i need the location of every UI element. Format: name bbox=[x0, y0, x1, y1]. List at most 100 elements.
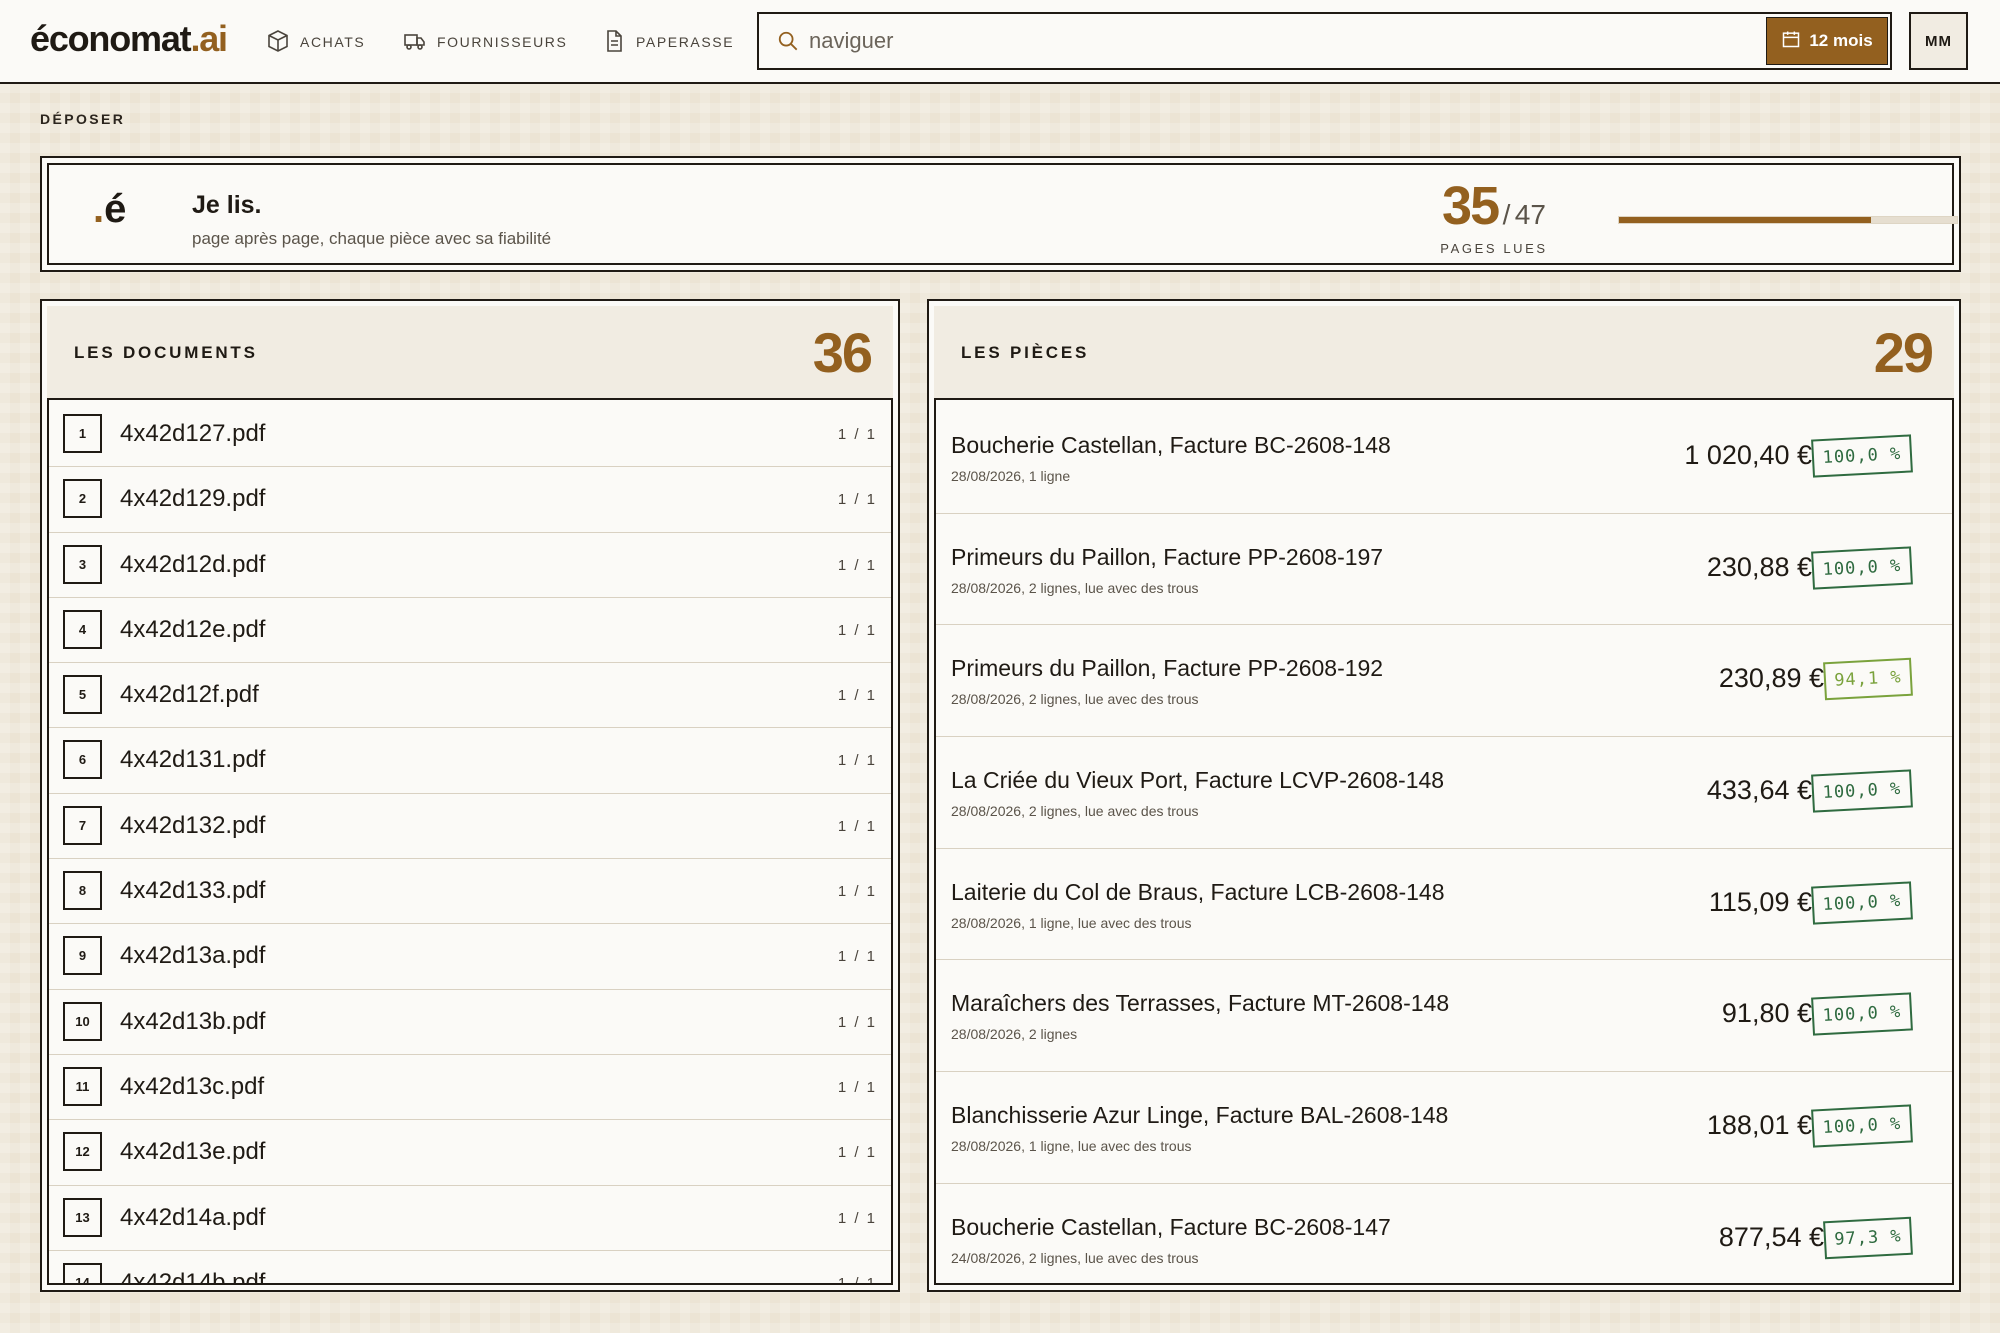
document-filename: 4x42d12f.pdf bbox=[120, 681, 259, 709]
pages-caption: PAGES LUES bbox=[1440, 241, 1548, 256]
piece-row[interactable]: Maraîchers des Terrasses, Facture MT-260… bbox=[936, 960, 1952, 1073]
period-button[interactable]: 12 mois bbox=[1766, 17, 1888, 65]
pieces-panel: LES PIÈCES 29 Boucherie Castellan, Factu… bbox=[927, 299, 1961, 1292]
piece-meta: 28/08/2026, 1 ligne, lue avec des trous bbox=[951, 1138, 1192, 1155]
piece-meta: 28/08/2026, 2 lignes, lue avec des trous bbox=[951, 579, 1199, 596]
nav-fournisseurs[interactable]: FOURNISSEURS bbox=[403, 30, 567, 54]
piece-amount: 115,09 € bbox=[1708, 886, 1812, 917]
piece-amount: 1 020,40 € bbox=[1684, 440, 1812, 470]
nav-achats-label: ACHATS bbox=[300, 34, 366, 50]
piece-title: Primeurs du Paillon, Facture PP-2608-192 bbox=[951, 655, 1384, 682]
document-number: 12 bbox=[63, 1132, 102, 1172]
piece-meta: 28/08/2026, 1 ligne bbox=[951, 468, 1071, 484]
document-pages: 1 / 1 bbox=[837, 752, 877, 770]
document-row[interactable]: 13 4x42d14a.pdf 1 / 1 bbox=[49, 1185, 891, 1251]
nav-paperasse-label: PAPERASSE bbox=[636, 34, 735, 50]
reader-mark-letter: é bbox=[104, 187, 127, 231]
document-pages: 1 / 1 bbox=[837, 1144, 877, 1162]
reader-card: .é Je lis. page après page, chaque pièce… bbox=[40, 156, 1961, 272]
reader-mark: .é bbox=[93, 187, 126, 232]
piece-amount: 877,54 € bbox=[1718, 1221, 1824, 1252]
document-pages: 1 / 1 bbox=[837, 1013, 877, 1031]
document-row[interactable]: 6 4x42d131.pdf 1 / 1 bbox=[49, 728, 891, 794]
section-label: DÉPOSER bbox=[40, 111, 126, 127]
search-bar: 12 mois bbox=[757, 12, 1892, 70]
document-number: 3 bbox=[63, 544, 102, 584]
document-number: 2 bbox=[63, 479, 102, 519]
confidence-stamp: 97,3 % bbox=[1823, 1216, 1913, 1260]
document-pages: 1 / 1 bbox=[837, 948, 877, 966]
piece-title: Primeurs du Paillon, Facture PP-2608-197 bbox=[951, 543, 1384, 570]
document-pages: 1 / 1 bbox=[837, 491, 877, 509]
document-row[interactable]: 8 4x42d133.pdf 1 / 1 bbox=[49, 859, 891, 925]
document-number: 8 bbox=[63, 871, 102, 911]
document-row[interactable]: 1 4x42d127.pdf 1 / 1 bbox=[49, 402, 891, 468]
pieces-list[interactable]: Boucherie Castellan, Facture BC-2608-148… bbox=[936, 402, 1952, 1283]
documents-list[interactable]: 1 4x42d127.pdf 1 / 1 2 4x42d129.pdf 1 / 1 3 4x4… bbox=[49, 402, 891, 1283]
document-row[interactable]: 4 4x42d12e.pdf 1 / 1 bbox=[49, 597, 891, 664]
pages-total: 47 bbox=[1514, 199, 1546, 230]
reader-mark-dot: . bbox=[93, 187, 105, 231]
document-pages: 1 / 1 bbox=[837, 1078, 877, 1096]
document-pages: 1 / 1 bbox=[837, 687, 877, 705]
piece-row[interactable]: Primeurs du Paillon, Facture PP-2608-197… bbox=[936, 513, 1952, 626]
document-pages: 1 / 1 bbox=[837, 556, 877, 574]
piece-title: Boucherie Castellan, Facture BC-2608-148 bbox=[951, 432, 1391, 458]
pieces-title: LES PIÈCES bbox=[961, 343, 1090, 362]
logo[interactable]: économat.ai bbox=[30, 18, 228, 60]
document-row[interactable]: 14 4x42d14b.pdf 1 / 1 bbox=[49, 1250, 891, 1283]
document-pages: 1 / 1 bbox=[837, 621, 877, 639]
document-number: 11 bbox=[63, 1066, 102, 1106]
document-filename: 4x42d13b.pdf bbox=[120, 1007, 266, 1035]
pieces-header: LES PIÈCES 29 bbox=[934, 306, 1954, 400]
top-bar: économat.ai ACHATS FOURNISSEURS PAPERASS… bbox=[0, 0, 2000, 84]
document-filename: 4x42d132.pdf bbox=[120, 811, 266, 839]
document-filename: 4x42d13c.pdf bbox=[120, 1072, 265, 1100]
document-row[interactable]: 5 4x42d12f.pdf 1 / 1 bbox=[49, 663, 891, 729]
piece-amount: 91,80 € bbox=[1721, 998, 1812, 1029]
document-filename: 4x42d127.pdf bbox=[120, 420, 266, 447]
piece-row[interactable]: Blanchisserie Azur Linge, Facture BAL-26… bbox=[936, 1072, 1952, 1184]
documents-count: 36 bbox=[812, 321, 873, 384]
progress-bar bbox=[1618, 216, 1958, 224]
search-input[interactable] bbox=[809, 22, 1809, 60]
document-number: 6 bbox=[63, 740, 102, 780]
piece-row[interactable]: Laiterie du Col de Braus, Facture LCB-26… bbox=[936, 848, 1952, 961]
document-filename: 4x42d13a.pdf bbox=[120, 942, 266, 970]
document-row[interactable]: 10 4x42d13b.pdf 1 / 1 bbox=[49, 989, 891, 1055]
nav-achats[interactable]: ACHATS bbox=[266, 29, 366, 54]
piece-row[interactable]: Boucherie Castellan, Facture BC-2608-147… bbox=[936, 1183, 1952, 1283]
calendar-icon bbox=[1781, 29, 1801, 54]
document-filename: 4x42d129.pdf bbox=[120, 485, 266, 513]
document-pages: 1 / 1 bbox=[837, 1209, 877, 1227]
confidence-stamp: 100,0 % bbox=[1811, 992, 1913, 1037]
document-pages: 1 / 1 bbox=[837, 883, 877, 901]
nav-paperasse[interactable]: PAPERASSE bbox=[602, 29, 735, 54]
pieces-count: 29 bbox=[1873, 321, 1934, 384]
pages-separator: / bbox=[1502, 199, 1511, 230]
document-row[interactable]: 11 4x42d13c.pdf 1 / 1 bbox=[49, 1054, 891, 1121]
document-pages: 1 / 1 bbox=[837, 426, 877, 443]
document-number: 13 bbox=[63, 1197, 102, 1237]
reader-title: Je lis. bbox=[192, 191, 262, 219]
confidence-stamp: 100,0 % bbox=[1811, 1104, 1913, 1148]
document-row[interactable]: 12 4x42d13e.pdf 1 / 1 bbox=[49, 1120, 891, 1186]
document-filename: 4x42d133.pdf bbox=[120, 877, 266, 905]
document-row[interactable]: 9 4x42d13a.pdf 1 / 1 bbox=[49, 924, 891, 990]
user-avatar[interactable]: MM bbox=[1909, 12, 1968, 70]
piece-meta: 28/08/2026, 2 lignes, lue avec des trous bbox=[951, 803, 1199, 820]
confidence-stamp: 100,0 % bbox=[1811, 434, 1913, 478]
document-row[interactable]: 2 4x42d129.pdf 1 / 1 bbox=[49, 467, 891, 533]
document-row[interactable]: 7 4x42d132.pdf 1 / 1 bbox=[49, 793, 891, 860]
document-filename: 4x42d14a.pdf bbox=[120, 1203, 266, 1231]
piece-row[interactable]: Boucherie Castellan, Facture BC-2608-148… bbox=[936, 402, 1952, 514]
pages-counter: 35 / 47 bbox=[1419, 175, 1569, 237]
documents-title: LES DOCUMENTS bbox=[74, 343, 258, 362]
piece-meta: 28/08/2026, 1 ligne, lue avec des trous bbox=[951, 914, 1192, 931]
piece-row[interactable]: Primeurs du Paillon, Facture PP-2608-192… bbox=[936, 625, 1952, 738]
document-row[interactable]: 3 4x42d12d.pdf 1 / 1 bbox=[49, 532, 891, 598]
piece-row[interactable]: La Criée du Vieux Port, Facture LCVP-260… bbox=[936, 737, 1952, 849]
piece-meta: 28/08/2026, 2 lignes bbox=[951, 1026, 1078, 1043]
document-number: 9 bbox=[63, 936, 102, 976]
piece-amount: 230,88 € bbox=[1706, 551, 1812, 582]
